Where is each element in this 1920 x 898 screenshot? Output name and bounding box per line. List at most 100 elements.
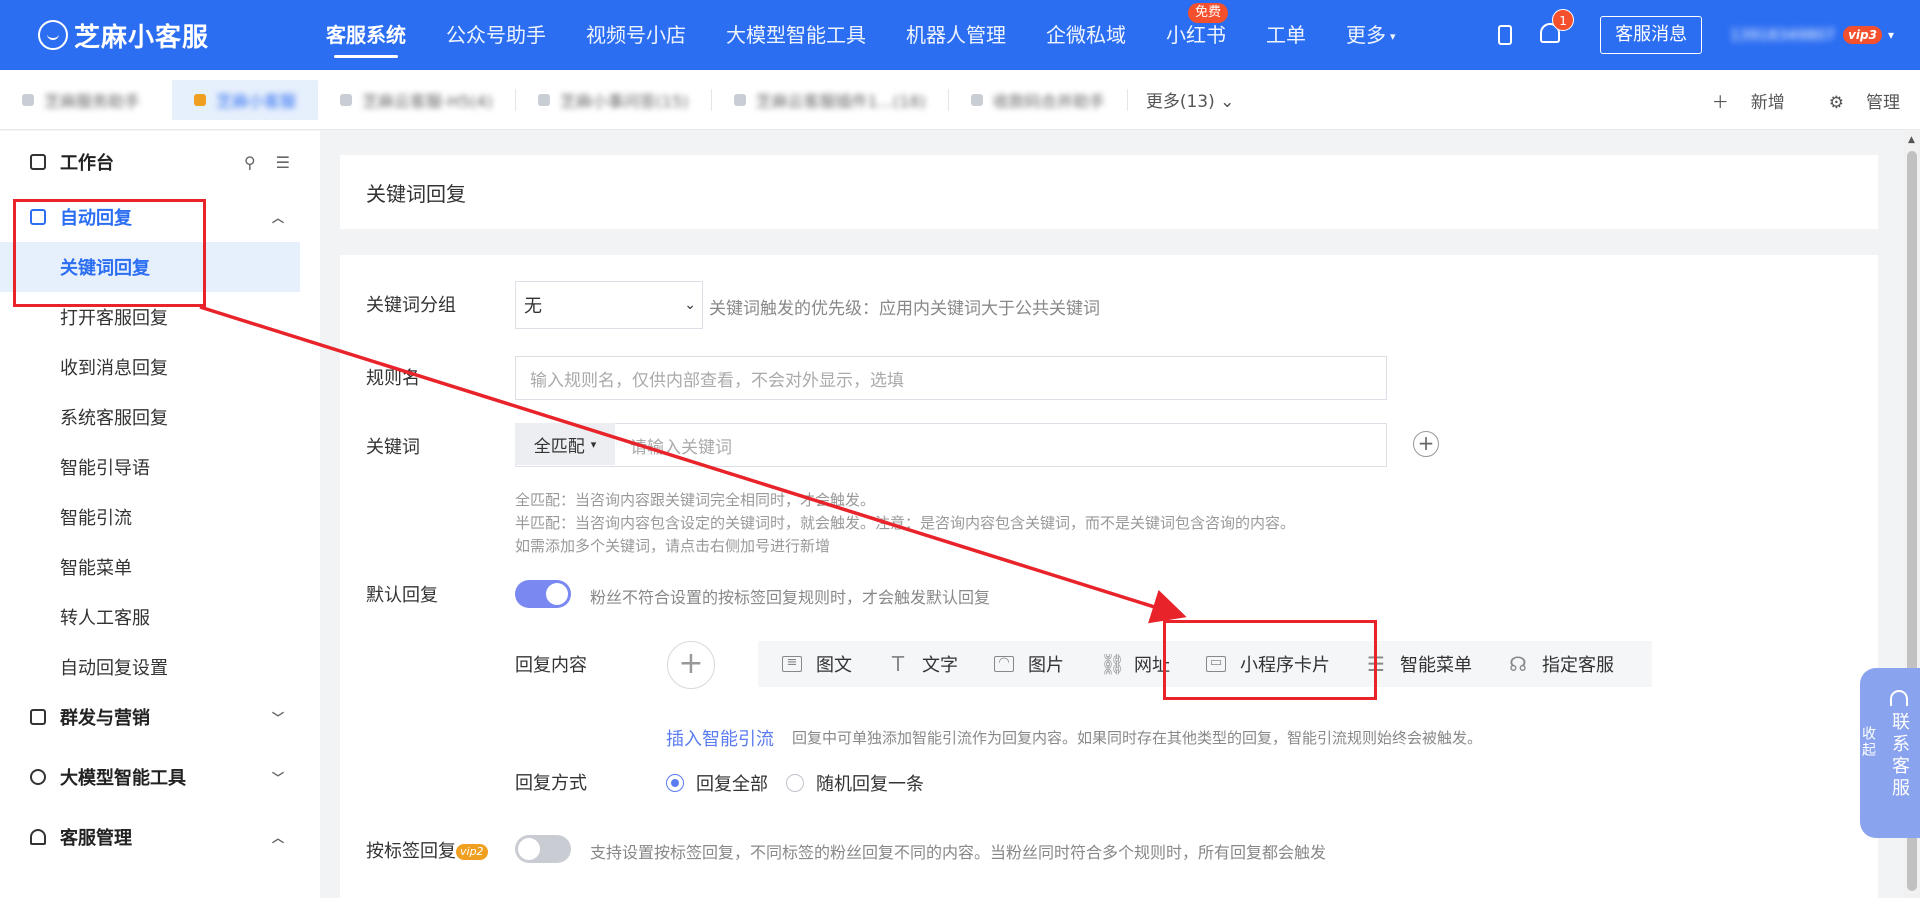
- notification-bell[interactable]: 1: [1540, 9, 1575, 47]
- sidebar-group-label: 群发与营销: [60, 708, 150, 729]
- contact-support-button[interactable]: 联系客服: [1878, 668, 1920, 838]
- tab-app-active[interactable]: 芝麻小客服: [172, 79, 319, 120]
- nav-robot-management[interactable]: 机器人管理: [886, 0, 1026, 70]
- keyword-label: 关键词: [366, 437, 420, 458]
- add-keyword-button[interactable]: +: [1413, 431, 1439, 457]
- match-mode-value: 全匹配: [533, 436, 585, 457]
- customer-message-button[interactable]: 客服消息: [1600, 16, 1703, 54]
- content-type-assign-agent[interactable]: ☊ 指定客服: [1508, 651, 1614, 677]
- keyword-reply-form: 关键词分组 无 ⌄ 关键词触发的优先级：应用内关键词大于公共关键词 规则名 输入…: [340, 255, 1878, 898]
- brand-logo[interactable]: 芝麻小客服: [38, 17, 306, 54]
- sidebar-item-message-reply[interactable]: 收到消息回复: [0, 342, 320, 392]
- tab-label: 收款码合并助手: [992, 91, 1105, 111]
- tab-app[interactable]: 收款码合并助手: [949, 80, 1127, 120]
- nav-llm-tools[interactable]: 大模型智能工具: [706, 0, 886, 70]
- page-title: 关键词回复: [340, 155, 1878, 229]
- keyword-group-select[interactable]: 无 ⌄: [515, 281, 703, 329]
- content-type-smart-menu[interactable]: ☰ 智能菜单: [1366, 651, 1472, 677]
- image-icon: ◠: [994, 656, 1014, 672]
- header-actions: 1 客服消息 13918349807 vip3 ▾: [1498, 0, 1920, 70]
- keyword-group-hint: 关键词触发的优先级：应用内关键词大于公共关键词: [709, 299, 1100, 319]
- tab-app[interactable]: 芝麻云客服插件1...(18): [712, 80, 948, 120]
- content-type-image[interactable]: ◠ 图片: [994, 651, 1064, 677]
- sidebar-group-broadcast[interactable]: 群发与营销 ﹀: [0, 692, 320, 742]
- content-type-label: 图文: [816, 655, 852, 676]
- search-icon[interactable]: ⚲: [244, 153, 256, 172]
- app-icon: [340, 93, 353, 106]
- nav-xiaohongshu-label: 小红书: [1166, 23, 1226, 47]
- sidebar-group-service-management[interactable]: 客服管理 ︿: [0, 812, 320, 862]
- account-name: 13918349807: [1730, 26, 1836, 44]
- nav-xiaohongshu[interactable]: 小红书 免费: [1146, 0, 1246, 70]
- keyword-group-value: 无: [524, 296, 542, 317]
- nav-official-account[interactable]: 公众号助手: [426, 0, 566, 70]
- top-navbar: 芝麻小客服 客服系统 公众号助手 视频号小店 大模型智能工具 机器人管理 企微私…: [0, 0, 1920, 70]
- reply-all-label: 回复全部: [696, 774, 768, 795]
- tabs-more-label: 更多(13): [1145, 92, 1215, 112]
- mobile-icon[interactable]: [1498, 25, 1513, 45]
- sidebar-item-smart-guide[interactable]: 智能引导语: [0, 442, 320, 492]
- link-icon: ⛓: [1100, 652, 1126, 676]
- sidebar-item-transfer-human[interactable]: 转人工客服: [0, 592, 320, 642]
- sidebar-item-smart-traffic[interactable]: 智能引流: [0, 492, 320, 542]
- tab-label: 芝麻服务助手: [44, 91, 141, 111]
- rule-name-input[interactable]: 输入规则名，仅供内部查看，不会对外显示，选填: [515, 356, 1387, 400]
- sidebar-item-system-reply[interactable]: 系统客服回复: [0, 392, 320, 442]
- chevron-down-icon: ⌄: [1214, 92, 1235, 112]
- keyword-input[interactable]: 请输入关键词: [515, 423, 1387, 467]
- chevron-up-icon: ︿: [271, 830, 284, 845]
- collapse-widget-button[interactable]: 收起: [1860, 668, 1878, 838]
- insert-smart-traffic-link[interactable]: 插入智能引流: [666, 725, 774, 751]
- rule-name-label: 规则名: [366, 368, 420, 389]
- nav-more-label: 更多: [1346, 23, 1386, 47]
- sidebar-item-auto-reply-settings[interactable]: 自动回复设置: [0, 642, 320, 692]
- logo-icon: [38, 20, 68, 50]
- content-type-text[interactable]: T 文字: [888, 651, 958, 677]
- reply-all-radio[interactable]: 回复全部: [666, 770, 768, 796]
- add-reply-content-button[interactable]: +: [667, 641, 715, 689]
- tabs-more-dropdown[interactable]: 更多(13) ⌄: [1146, 87, 1235, 112]
- add-app-button[interactable]: ＋ 新增: [1690, 88, 1785, 113]
- sidebar-group-llm-tools[interactable]: 大模型智能工具 ﹀: [0, 752, 320, 802]
- tag-reply-toggle[interactable]: [515, 835, 571, 863]
- sidebar-item-smart-menu[interactable]: 智能菜单: [0, 542, 320, 592]
- text-icon: T: [891, 652, 905, 676]
- nav-ticket[interactable]: 工单: [1246, 0, 1326, 70]
- chevron-down-icon: ﹀: [271, 710, 284, 725]
- nav-more[interactable]: 更多 ▾: [1326, 0, 1416, 70]
- content-type-link[interactable]: ⛓ 网址: [1100, 651, 1170, 677]
- chevron-up-icon: ︿: [271, 210, 284, 225]
- keyword-group-label: 关键词分组: [366, 295, 456, 316]
- annotation-box-miniprogram: [1163, 620, 1377, 700]
- filter-icon[interactable]: ☰: [276, 153, 290, 172]
- home-icon: [30, 154, 46, 170]
- match-mode-select[interactable]: 全匹配 ▾: [515, 423, 615, 465]
- tab-app[interactable]: 芝麻小事问答(15): [516, 80, 711, 120]
- caret-down-icon: ▾: [1887, 28, 1894, 42]
- manage-button[interactable]: ⚙ 管理: [1807, 88, 1900, 113]
- reply-random-radio[interactable]: 随机回复一条: [786, 770, 924, 796]
- chevron-down-icon: ﹀: [271, 770, 284, 785]
- sidebar-group-label: 大模型智能工具: [60, 768, 186, 789]
- match-hint-3: 如需添加多个关键词，请点击右侧加号进行新增: [515, 537, 831, 555]
- nav-wecom-private[interactable]: 企微私域: [1026, 0, 1146, 70]
- default-reply-hint: 粉丝不符合设置的按标签回复规则时，才会触发默认回复: [590, 588, 991, 607]
- sidebar-workbench-label: 工作台: [60, 153, 114, 174]
- tab-app[interactable]: 芝麻服务助手: [0, 80, 162, 120]
- scroll-up-icon[interactable]: ▲: [1908, 135, 1915, 145]
- content-type-article[interactable]: ≡ 图文: [782, 651, 852, 677]
- tab-app[interactable]: 芝麻云客服-H5(4): [318, 80, 515, 120]
- chart-icon: [30, 709, 46, 725]
- toggle-knob: [546, 583, 568, 605]
- ai-icon: [30, 769, 46, 785]
- contact-support-widget[interactable]: 收起 联系客服: [1860, 668, 1920, 838]
- default-reply-toggle[interactable]: [515, 580, 571, 608]
- nav-customer-service[interactable]: 客服系统: [306, 0, 426, 70]
- match-hint-1: 全匹配：当咨询内容跟关键词完全相同时，才会触发。: [515, 491, 876, 509]
- page-title-text: 关键词回复: [366, 181, 466, 206]
- account-menu[interactable]: 13918349807 vip3 ▾: [1730, 26, 1894, 44]
- headset-icon: [1890, 690, 1908, 706]
- sidebar-workbench[interactable]: 工作台 ⚲ ☰: [0, 137, 320, 187]
- headset-icon: [30, 829, 46, 845]
- nav-video-shop[interactable]: 视频号小店: [566, 0, 706, 70]
